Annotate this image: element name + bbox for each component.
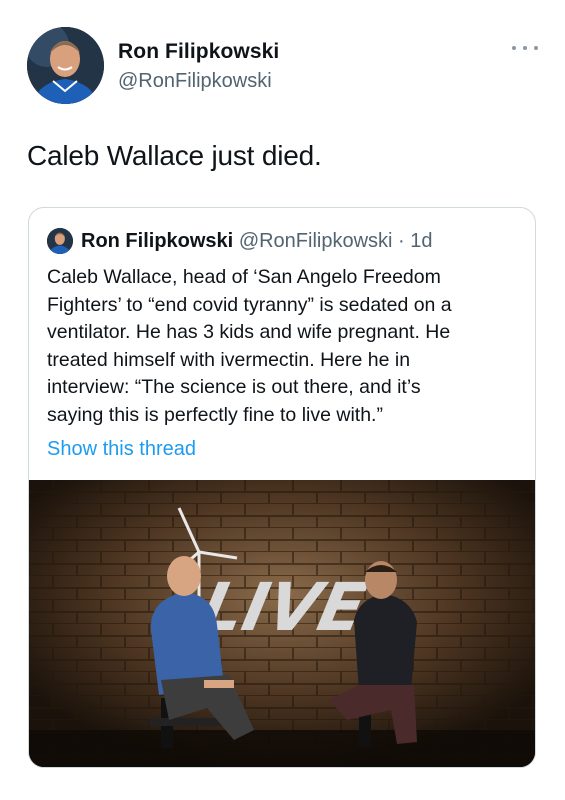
dot [512, 46, 516, 50]
separator-dot: · [392, 230, 411, 252]
show-this-thread-link[interactable]: Show this thread [47, 438, 196, 461]
author-avatar[interactable] [27, 27, 104, 104]
quoted-author-avatar[interactable] [47, 228, 73, 254]
video-still-image[interactable]: LIVE! [29, 480, 535, 767]
quoted-tweet-line: treated himself with ivermectin. Here he… [47, 348, 411, 371]
quoted-tweet-line: Fighters’ to “end covid tyranny” is seda… [47, 293, 452, 316]
author-handle[interactable]: @RonFilipkowski [118, 70, 272, 93]
author-name[interactable]: Ron Filipkowski [118, 40, 279, 64]
quoted-author-handle[interactable]: @RonFilipkowski [239, 230, 393, 252]
quoted-tweet-body: Caleb Wallace, head of ‘San Angelo Freed… [47, 264, 527, 429]
quoted-author-name[interactable]: Ron Filipkowski [81, 230, 233, 252]
quoted-tweet-line: ventilator. He has 3 kids and wife pregn… [47, 321, 451, 343]
more-options-icon[interactable] [512, 41, 538, 55]
quoted-tweet-line: saying this is perfectly fine to live wi… [47, 403, 383, 426]
dot [534, 46, 538, 50]
quoted-tweet-header: Ron Filipkowski @RonFilipkowski · 1d [81, 228, 433, 254]
quoted-tweet-card[interactable]: Ron Filipkowski @RonFilipkowski · 1d Cal… [28, 207, 536, 768]
tweet-text: Caleb Wallace just died. [27, 140, 322, 171]
quoted-tweet-age[interactable]: 1d [410, 230, 432, 252]
quoted-tweet-line: Caleb Wallace, head of ‘San Angelo Freed… [47, 266, 441, 288]
dot [523, 46, 527, 50]
quoted-tweet-line: interview: “The science is out there, an… [47, 376, 421, 398]
